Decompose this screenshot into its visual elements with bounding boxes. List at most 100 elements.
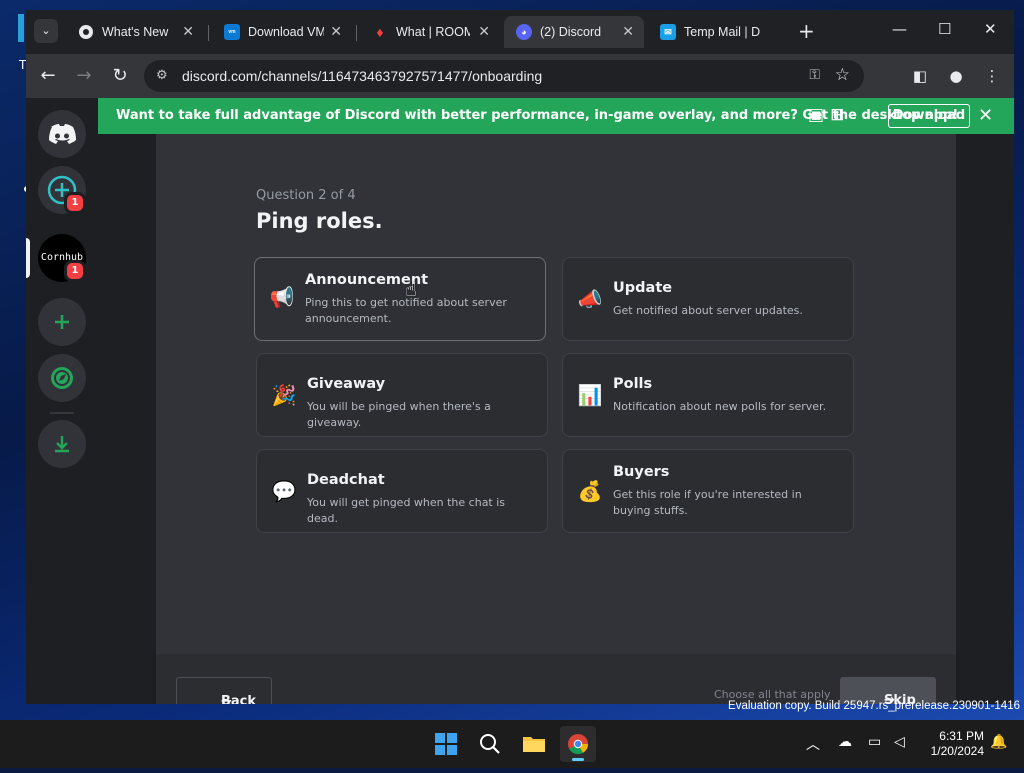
taskbar: ︿ ☁ ▭ ◁ 6:31 PM 1/20/2024 🔔 — [0, 720, 1024, 768]
close-icon[interactable]: ✕ — [478, 23, 490, 40]
windows-start-icon — [435, 733, 457, 755]
onboarding-footer: ← Back Choose all that apply Skip → — [156, 654, 956, 704]
side-panel-icon[interactable]: ◧ — [908, 64, 932, 88]
discord-home-button[interactable] — [38, 110, 86, 158]
star-icon[interactable]: ☆ — [835, 65, 850, 85]
site-settings-icon[interactable]: ⚙ — [156, 68, 168, 83]
cloud-offline-icon[interactable]: ☁ — [838, 734, 852, 750]
role-option-buyers[interactable]: 💰 Buyers Get this role if you're interes… — [562, 449, 854, 533]
selected-server-pill — [26, 238, 30, 278]
option-title: Update — [613, 280, 673, 296]
desktop-app-banner: Want to take full advantage of Discord w… — [98, 98, 1014, 134]
tab-download-vm[interactable]: vm Download VM ✕ — [212, 16, 352, 48]
option-description: Get this role if you're interested in bu… — [613, 488, 802, 517]
back-label: Back — [221, 694, 257, 704]
clock-time: 6:31 PM — [939, 729, 984, 743]
tab-title: What | ROOM — [396, 25, 470, 39]
rail-divider — [50, 412, 74, 414]
tab-title: (2) Discord — [540, 25, 602, 39]
clock[interactable]: 6:31 PM 1/20/2024 — [920, 729, 984, 759]
hand-cursor-icon: ☝ — [405, 279, 417, 301]
question-counter: Question 2 of 4 — [256, 188, 356, 203]
tab-bar: ⌄ What's New ✕ vm Download VM ✕ ♦ What |… — [26, 10, 1014, 54]
evaluation-watermark: Evaluation copy. Build 25947.rs_prerelea… — [728, 700, 1020, 712]
file-explorer-button[interactable] — [516, 726, 552, 762]
notification-badge: 1 — [64, 192, 86, 214]
chevron-up-icon[interactable]: ︿ — [806, 734, 820, 754]
explore-servers-button[interactable] — [38, 354, 86, 402]
menu-icon[interactable]: ⋮ — [980, 64, 1004, 88]
key-icon[interactable]: ⚿ — [809, 67, 820, 83]
platform-icons: ▣⊞ — [808, 105, 850, 125]
tab-title: What's New — [102, 25, 169, 39]
profile-icon[interactable]: ● — [944, 64, 968, 88]
close-icon[interactable]: ✕ — [622, 23, 634, 40]
android-icon: ▣ — [808, 105, 831, 125]
option-description: You will be pinged when there's a giveaw… — [307, 400, 491, 429]
server-rail: 1 Cornhub 1 — [26, 98, 98, 704]
start-button[interactable] — [428, 726, 464, 762]
option-title: Deadchat — [307, 472, 385, 488]
tab-what-room[interactable]: ♦ What | ROOM ✕ — [360, 16, 500, 48]
browser-window: ⌄ What's New ✕ vm Download VM ✕ ♦ What |… — [26, 10, 1014, 704]
search-icon — [480, 734, 500, 754]
role-option-deadchat[interactable]: 💬 Deadchat You will get pinged when the … — [256, 449, 548, 533]
url-text[interactable]: discord.com/channels/1164734637927571477… — [182, 68, 542, 84]
plus-icon — [55, 315, 69, 329]
address-bar[interactable]: ⚙ discord.com/channels/11647346379275714… — [144, 60, 864, 92]
reload-icon[interactable]: ↻ — [108, 64, 132, 88]
forward-arrow-icon[interactable]: → — [72, 64, 96, 88]
onboarding-panel: Question 2 of 4 Ping roles. 📢 Announceme… — [156, 134, 956, 704]
add-server-button[interactable] — [38, 298, 86, 346]
download-icon — [55, 436, 69, 453]
option-title: Polls — [613, 376, 653, 392]
option-description: You will get pinged when the chat is dea… — [307, 496, 506, 525]
network-icon[interactable]: ▭ — [868, 734, 881, 750]
option-title: Giveaway — [307, 376, 386, 392]
download-apps-button[interactable] — [38, 420, 86, 468]
loudspeaker-icon: 📣 — [577, 287, 603, 311]
discord-app: 1 Cornhub 1 Want to take full advantage … — [26, 98, 1014, 704]
explore-button[interactable]: 1 — [38, 166, 86, 214]
bar-chart-icon: 📊 — [577, 383, 603, 407]
discord-icon: ◕ — [516, 24, 532, 40]
tab-title: Temp Mail | D — [684, 25, 760, 39]
role-option-update[interactable]: 📣 Update Get notified about server updat… — [562, 257, 854, 341]
speech-bubble-icon: 💬 — [271, 479, 297, 503]
browser-toolbar: ← → ↻ ⚙ discord.com/channels/11647346379… — [26, 54, 1014, 98]
option-title: Buyers — [613, 464, 670, 480]
tab-whats-new[interactable]: What's New ✕ — [66, 16, 204, 48]
new-tab-button[interactable]: + — [798, 21, 815, 41]
folder-icon — [523, 737, 545, 752]
window-close-icon[interactable]: ✕ — [984, 20, 997, 38]
compass-icon — [51, 367, 73, 389]
desktop-edge-strip — [18, 14, 24, 42]
close-icon[interactable]: ✕ — [182, 23, 194, 40]
back-button[interactable]: ← Back — [176, 677, 272, 704]
minimize-icon[interactable]: — — [892, 20, 907, 38]
volume-muted-icon[interactable]: ◁ — [894, 734, 905, 750]
maximize-icon[interactable]: ☐ — [938, 20, 951, 38]
server-cornhub[interactable]: Cornhub 1 — [38, 234, 86, 282]
option-description: Notification about new polls for server. — [613, 400, 827, 413]
tab-search-button[interactable]: ⌄ — [34, 19, 58, 43]
discord-logo-icon — [49, 124, 76, 144]
role-option-giveaway[interactable]: 🎉 Giveaway You will be pinged when there… — [256, 353, 548, 437]
close-icon[interactable]: ✕ — [330, 23, 342, 40]
mail-icon: ✉ — [660, 24, 676, 40]
download-button[interactable]: Download — [888, 104, 970, 128]
close-icon[interactable]: ✕ — [978, 105, 993, 126]
back-arrow-icon[interactable]: ← — [36, 64, 60, 88]
search-button[interactable] — [472, 726, 508, 762]
role-option-announcement[interactable]: 📢 Announcement Ping this to get notified… — [254, 257, 546, 341]
option-description: Ping this to get notified about server a… — [305, 296, 507, 325]
tab-temp-mail[interactable]: ✉ Temp Mail | D — [648, 16, 788, 48]
tab-title: Download VM — [248, 25, 324, 39]
tab-discord[interactable]: ◕ (2) Discord ✕ — [504, 16, 644, 48]
notification-bell-icon[interactable]: 🔔 — [990, 734, 1007, 750]
chrome-icon — [568, 734, 589, 755]
clock-date: 1/20/2024 — [930, 744, 984, 758]
chrome-taskbar-button[interactable] — [560, 726, 596, 762]
windows-icon: ⊞ — [830, 105, 851, 125]
role-option-polls[interactable]: 📊 Polls Notification about new polls for… — [562, 353, 854, 437]
